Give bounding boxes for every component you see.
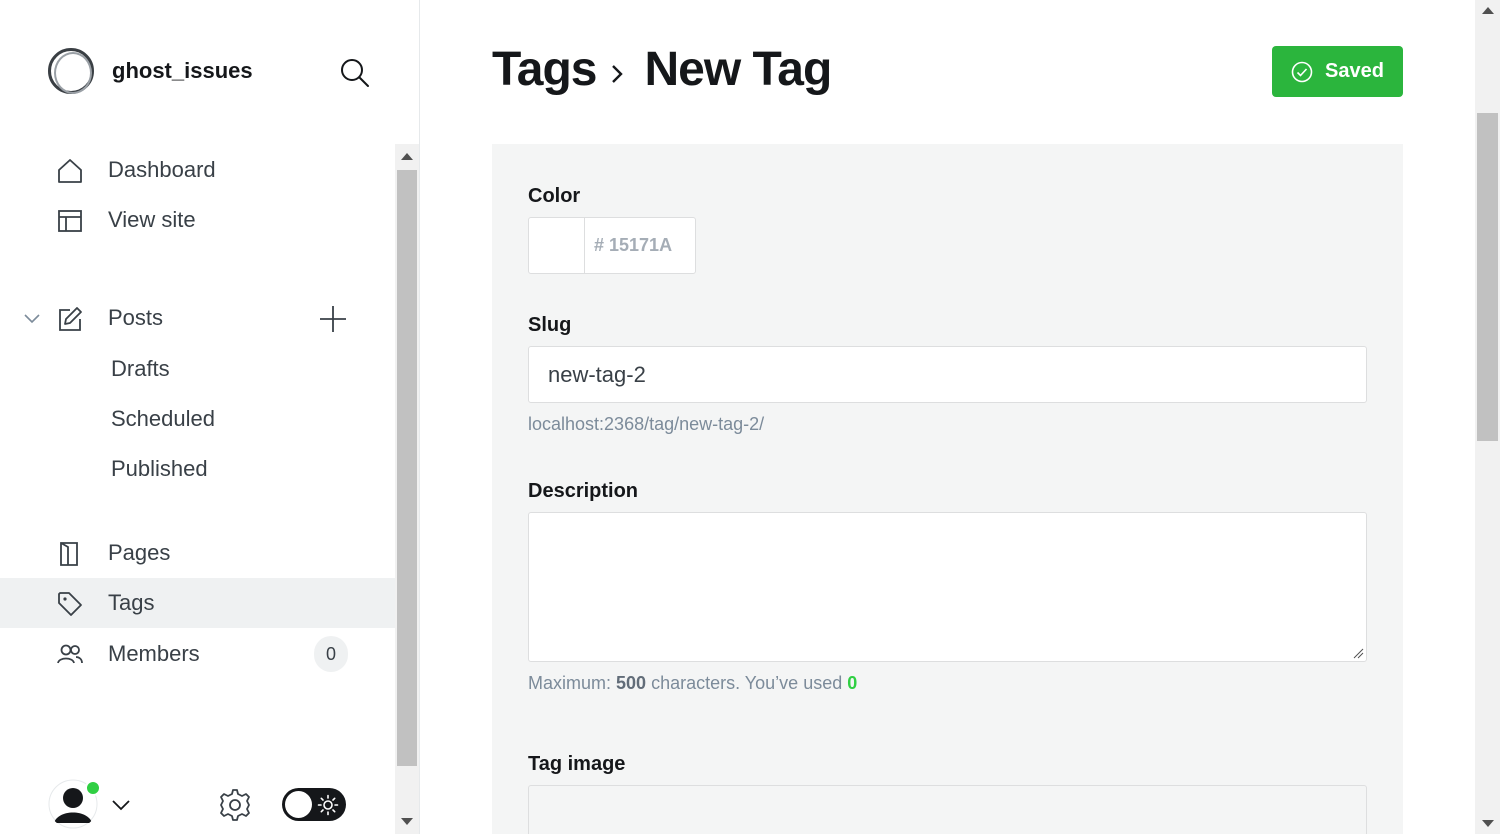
tag-settings-panel: Color # 15171A Slug new-tag-2 localhost:… [492, 144, 1403, 834]
tag-icon [58, 592, 82, 616]
description-counter: Maximum: 500 characters. You’ve used 0 [528, 673, 857, 694]
site-logo [48, 48, 94, 94]
members-count-badge: 0 [314, 636, 348, 672]
nav-dashboard[interactable]: Dashboard [0, 145, 395, 195]
nav-scheduled[interactable]: Scheduled [111, 406, 215, 432]
nav-view-site-label: View site [108, 207, 196, 232]
gear-icon [220, 789, 250, 821]
toggle-knob [285, 791, 312, 818]
nav-pages[interactable]: Pages [0, 528, 395, 578]
nav-members-label: Members [108, 641, 200, 666]
counter-max: 500 [616, 673, 647, 693]
nav-view-site[interactable]: View site [0, 195, 395, 245]
scroll-down-icon[interactable] [401, 818, 413, 825]
color-hex-input[interactable]: # 15171A [585, 218, 695, 273]
view-site-icon [58, 210, 82, 232]
breadcrumb-tags[interactable]: Tags [492, 42, 597, 97]
counter-used: 0 [847, 673, 858, 693]
site-name: ghost_issues [112, 58, 253, 83]
chevron-down-icon[interactable] [110, 795, 132, 815]
saved-button[interactable]: Saved [1272, 46, 1403, 97]
members-icon [57, 644, 83, 664]
nav-tags[interactable]: Tags [0, 578, 395, 628]
slug-url-preview: localhost:2368/tag/new-tag-2/ [528, 414, 765, 434]
color-field: # 15171A [528, 217, 696, 274]
search-button[interactable] [338, 56, 372, 90]
plus-icon[interactable] [318, 304, 348, 334]
slug-label: Slug [528, 314, 572, 336]
site-brand[interactable]: ghost_issues [48, 48, 253, 94]
page-icon [60, 542, 78, 566]
theme-toggle[interactable] [282, 788, 346, 821]
description-label: Description [528, 480, 639, 502]
tag-image-upload[interactable] [528, 785, 1367, 834]
resize-handle-icon[interactable] [1352, 647, 1364, 659]
nav-posts-label: Posts [108, 305, 164, 330]
color-swatch[interactable] [529, 218, 585, 273]
description-textarea[interactable] [528, 512, 1367, 662]
online-status-dot [85, 780, 101, 796]
nav-posts[interactable]: Posts [0, 293, 300, 343]
check-circle-icon [1291, 61, 1313, 82]
saved-button-label: Saved [1325, 60, 1384, 82]
scroll-down-icon[interactable] [1482, 820, 1494, 827]
counter-middle: characters. You’ve used [651, 673, 843, 693]
settings-button[interactable] [216, 786, 254, 824]
nav-dashboard-label: Dashboard [108, 157, 216, 182]
edit-icon [59, 307, 82, 331]
scroll-up-icon[interactable] [1482, 7, 1494, 14]
page-scroll-thumb[interactable] [1477, 113, 1498, 441]
nav-pages-label: Pages [108, 540, 171, 565]
nav-tags-label: Tags [108, 590, 155, 615]
nav-drafts[interactable]: Drafts [111, 356, 170, 382]
page-scrollbar[interactable] [1475, 0, 1500, 834]
sun-icon [317, 794, 339, 816]
scroll-up-icon[interactable] [401, 153, 413, 160]
color-label: Color [528, 185, 581, 207]
sidebar: ghost_issues Dashboard View site Posts D… [0, 0, 420, 834]
page-title-text: New Tag [644, 43, 832, 96]
page-title: Tags New Tag [492, 42, 832, 97]
main-content: Tags New Tag Saved Color # 15171A Slug n… [420, 0, 1475, 834]
search-icon [341, 59, 369, 87]
nav-published[interactable]: Published [111, 456, 208, 482]
counter-prefix: Maximum: [528, 673, 612, 693]
home-icon [58, 159, 82, 183]
sidebar-scrollbar[interactable] [395, 144, 419, 834]
sidebar-scroll-thumb[interactable] [397, 170, 417, 766]
tag-image-label: Tag image [528, 753, 626, 775]
slug-input[interactable]: new-tag-2 [528, 346, 1367, 403]
chevron-right-icon [612, 64, 624, 83]
